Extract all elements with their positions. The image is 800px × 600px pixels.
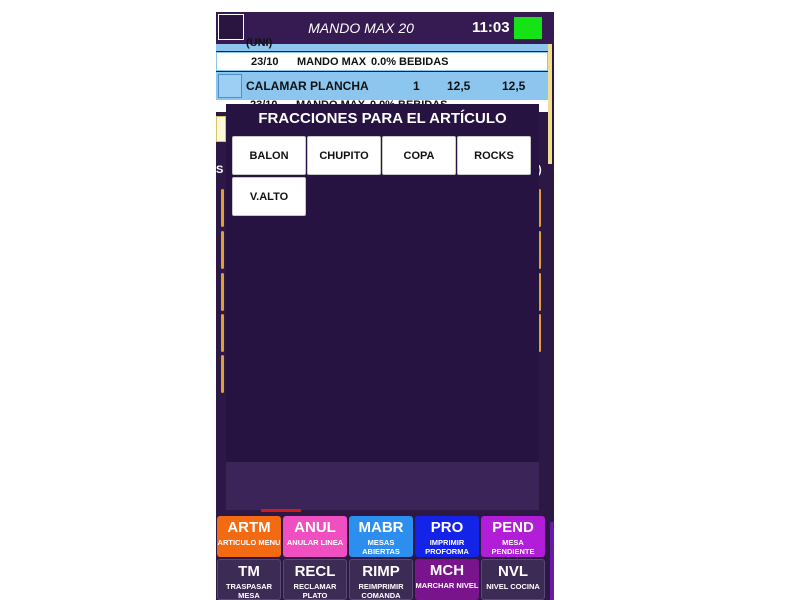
- rimp-button[interactable]: RIMP REIMPRIMIR COMANDA: [349, 559, 413, 600]
- line-user: MANDO MAX: [297, 56, 367, 68]
- app-title: MANDO MAX 20: [308, 20, 414, 36]
- fraction-option-balon[interactable]: BALON: [232, 136, 306, 175]
- button-edge: [221, 314, 224, 352]
- row-select-checkbox-icon[interactable]: [218, 74, 242, 98]
- fraction-option-v-alto[interactable]: V.ALTO: [232, 177, 306, 216]
- fraction-option-chupito[interactable]: CHUPITO: [307, 136, 381, 175]
- key-code: RIMP: [362, 563, 400, 580]
- mch-button[interactable]: MCH MARCHAR NIVEL: [415, 559, 479, 600]
- fraction-option-rocks[interactable]: ROCKS: [457, 136, 531, 175]
- line-date: 23/10: [251, 56, 279, 68]
- line-item-name: CALAMAR PLANCHA: [246, 79, 369, 93]
- key-code: ANUL: [294, 519, 336, 536]
- tm-button[interactable]: TM TRASPASAR MESA: [217, 559, 281, 600]
- key-label: MESA PENDIENTE: [491, 538, 535, 556]
- fractions-dialog: FRACCIONES PARA EL ARTÍCULO BALON CHUPIT…: [226, 104, 539, 469]
- line-item-price: 12,5: [447, 79, 471, 93]
- button-edge: [221, 189, 224, 227]
- clock: 11:03: [472, 19, 510, 36]
- line-item-qty: 1: [413, 79, 420, 93]
- mabr-button[interactable]: MABR MESAS ABIERTAS: [349, 516, 413, 557]
- side-panel-edge: [550, 522, 554, 600]
- scroll-strip: [548, 44, 552, 164]
- nvl-button[interactable]: NVL NIVEL COCINA: [481, 559, 545, 600]
- line-tax: 0.0%: [371, 56, 397, 68]
- key-label: MARCHAR NIVEL: [415, 581, 479, 590]
- key-label: RECLAMAR PLATO: [293, 582, 337, 600]
- line-item-total: 12,5: [502, 79, 526, 93]
- artm-button[interactable]: ARTM ARTICULO MENU: [217, 516, 281, 557]
- dialog-footer: [226, 462, 539, 510]
- background-text-fragment: S: [216, 164, 224, 176]
- key-label: REIMPRIMIR COMANDA: [358, 582, 404, 600]
- connection-status-icon: [514, 17, 542, 39]
- dialog-title: FRACCIONES PARA EL ARTÍCULO: [258, 110, 507, 127]
- key-code: PEND: [492, 519, 534, 536]
- pend-button[interactable]: PEND MESA PENDIENTE: [481, 516, 545, 557]
- pos-screen: MANDO MAX 20 11:03 (UNI) 23/10 MANDO MAX…: [216, 12, 554, 600]
- key-code: MABR: [358, 519, 404, 536]
- key-code: PRO: [430, 519, 464, 536]
- key-code: ARTM: [227, 519, 271, 536]
- key-label: ANULAR LINEA: [286, 538, 344, 547]
- key-label: NIVEL COCINA: [486, 582, 540, 591]
- line-family: BEBIDAS: [399, 56, 449, 68]
- order-line-1-header[interactable]: (UNI): [216, 37, 548, 51]
- order-line-2[interactable]: CALAMAR PLANCHA 1 12,5 12,5: [216, 72, 548, 100]
- key-label: IMPRIMIR PROFORMA: [425, 538, 469, 556]
- key-label: TRASPASAR MESA: [225, 582, 273, 600]
- key-code: TM: [238, 563, 260, 580]
- order-line-1-qty: (UNI): [246, 37, 273, 49]
- order-line-1-detail[interactable]: 23/10 MANDO MAX 0.0% BEBIDAS: [216, 52, 548, 71]
- button-edge: [221, 231, 224, 269]
- anul-button[interactable]: ANUL ANULAR LINEA: [283, 516, 347, 557]
- pro-button[interactable]: PRO IMPRIMIR PROFORMA: [415, 516, 479, 557]
- key-label: ARTICULO MENU: [217, 538, 281, 547]
- menu-square-icon[interactable]: [218, 14, 244, 40]
- button-edge: [221, 355, 224, 393]
- button-edge: [221, 273, 224, 311]
- key-label: MESAS ABIERTAS: [362, 538, 400, 556]
- key-code: NVL: [498, 563, 528, 580]
- fraction-option-copa[interactable]: COPA: [382, 136, 456, 175]
- key-code: MCH: [429, 562, 465, 579]
- key-code: RECL: [294, 563, 336, 580]
- input-field-edge[interactable]: [216, 116, 226, 142]
- recl-button[interactable]: RECL RECLAMAR PLATO: [283, 559, 347, 600]
- active-indicator: [261, 509, 301, 512]
